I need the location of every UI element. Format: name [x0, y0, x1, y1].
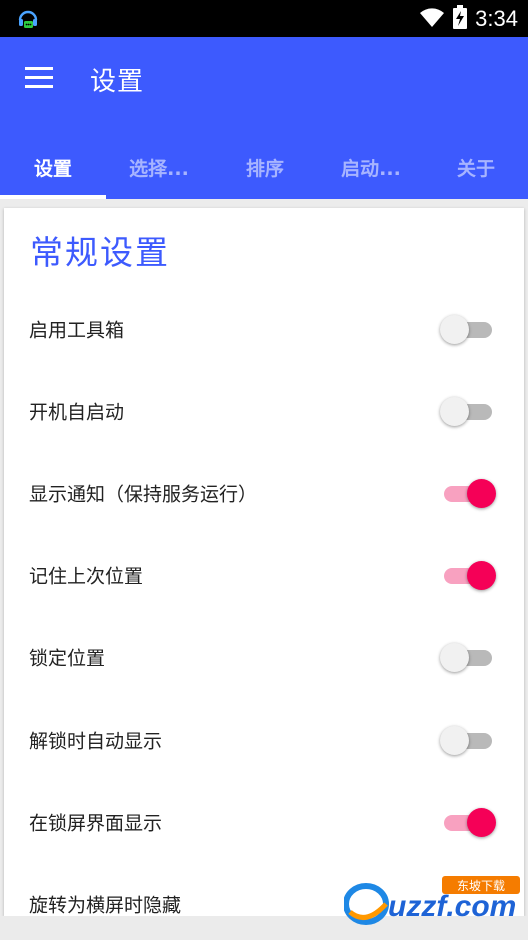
toggle-switch[interactable] — [440, 807, 496, 837]
toggle-switch[interactable] — [440, 314, 496, 344]
section-title: 常规设置 — [30, 233, 170, 272]
app-toolbar: 设置 设置 选择... 排序 启动... 关于 — [0, 37, 528, 199]
tab-startup[interactable]: 启动... — [318, 135, 424, 199]
setting-label: 启用工具箱 — [29, 319, 125, 342]
watermark-text: uzzf.com — [388, 890, 516, 923]
setting-autostart-on-boot[interactable]: 开机自启动 — [4, 370, 524, 452]
setting-show-on-lockscreen[interactable]: 在锁屏界面显示 — [4, 781, 524, 863]
setting-lock-position[interactable]: 锁定位置 — [4, 616, 524, 698]
setting-label: 锁定位置 — [29, 647, 106, 670]
setting-label: 解锁时自动显示 — [29, 730, 163, 753]
toggle-switch[interactable] — [440, 560, 496, 590]
tab-settings[interactable]: 设置 — [0, 135, 106, 199]
tab-label: 排序 — [245, 157, 284, 180]
tab-select[interactable]: 选择... — [106, 135, 212, 199]
tab-bar: 设置 选择... 排序 启动... 关于 — [0, 135, 528, 199]
watermark-subtext: 东坡下载 — [457, 879, 505, 893]
battery-charging-icon — [453, 4, 468, 33]
tab-sort[interactable]: 排序 — [212, 135, 318, 199]
settings-card: 常规设置 启用工具箱 开机自启动 显示通知（保持服务运行） 记住上次位置 锁定位… — [4, 208, 524, 916]
wifi-icon — [419, 6, 445, 32]
setting-show-notification[interactable]: 显示通知（保持服务运行） — [4, 452, 524, 534]
tab-label: 设置 — [33, 157, 72, 180]
toggle-switch[interactable] — [440, 642, 496, 672]
tab-about[interactable]: 关于 — [424, 135, 528, 199]
setting-label: 旋转为横屏时隐藏 — [29, 894, 182, 917]
status-time: 3:34 — [475, 5, 518, 31]
status-bar: 3:34 — [0, 0, 528, 37]
notification-headset-icon — [16, 7, 40, 31]
menu-button[interactable] — [18, 58, 62, 102]
tab-label: 启动... — [341, 157, 401, 180]
watermark-logo: uzzf.com 东坡下载 — [343, 874, 524, 926]
hamburger-menu-icon — [25, 67, 55, 93]
tab-label: 关于 — [456, 157, 495, 180]
setting-label: 显示通知（保持服务运行） — [29, 483, 258, 506]
setting-auto-show-on-unlock[interactable]: 解锁时自动显示 — [4, 699, 524, 781]
tab-label: 选择... — [129, 157, 189, 180]
setting-remember-position[interactable]: 记住上次位置 — [4, 534, 524, 616]
page-title: 设置 — [90, 67, 145, 97]
toggle-switch[interactable] — [440, 396, 496, 426]
setting-label: 开机自启动 — [29, 401, 125, 424]
setting-label: 记住上次位置 — [29, 565, 144, 588]
setting-enable-toolbox[interactable]: 启用工具箱 — [4, 288, 524, 370]
toggle-switch[interactable] — [440, 725, 496, 755]
setting-label: 在锁屏界面显示 — [29, 812, 163, 835]
toggle-switch[interactable] — [440, 478, 496, 508]
